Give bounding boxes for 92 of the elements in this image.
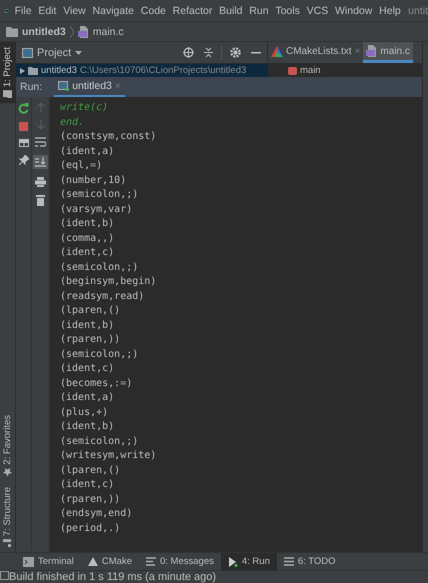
- side-tab[interactable]: 7: Structure: [0, 482, 15, 552]
- rerun-icon[interactable]: [18, 103, 29, 114]
- list-icon: [284, 557, 294, 566]
- print-icon[interactable]: [35, 177, 46, 187]
- console-line: (ident,a): [60, 391, 116, 405]
- menu-item[interactable]: View: [60, 4, 90, 16]
- status-message: Build finished in 1 s 119 ms (a minute ago): [9, 571, 216, 583]
- menu-item[interactable]: Refactor: [169, 4, 216, 16]
- trash-icon[interactable]: [36, 195, 45, 206]
- scroll-to-end-icon[interactable]: [33, 155, 48, 169]
- soft-wrap-icon[interactable]: [35, 137, 46, 147]
- console-line: (ident,a): [60, 144, 116, 158]
- console-line: (constsym,const): [60, 130, 158, 144]
- console-line: (ident,b): [60, 217, 116, 231]
- console-line: (ident,b): [60, 318, 116, 332]
- folder-icon: [3, 90, 12, 98]
- console-line: (ident,c): [60, 246, 116, 260]
- console-line: (rparen,)): [60, 333, 122, 347]
- console-line: (eql,=): [60, 159, 104, 173]
- tool-window-tab[interactable]: 0: Messages: [139, 553, 221, 570]
- collapse-icon[interactable]: [204, 47, 213, 58]
- console-line: (rparen,)): [60, 492, 122, 506]
- lines-icon: [146, 557, 156, 566]
- console-line: (semicolon,;): [60, 188, 140, 202]
- folder-icon: [28, 66, 38, 74]
- function-icon: [288, 66, 297, 74]
- minimize-icon[interactable]: [251, 52, 261, 54]
- editor-tab[interactable]: CMakeLists.txt ×: [268, 42, 364, 63]
- menu-item[interactable]: Run: [246, 4, 272, 16]
- breadcrumb-item[interactable]: untitled3: [22, 26, 66, 38]
- console-line: (ident,c): [60, 362, 116, 376]
- console-line: (lparen,(): [60, 304, 122, 318]
- console-line: end.: [60, 116, 86, 130]
- star-icon: [3, 468, 12, 477]
- console-line: (semicolon,;): [60, 260, 140, 274]
- console-line: write(c): [60, 101, 110, 115]
- menu-item[interactable]: Window: [332, 4, 376, 16]
- structure-icon: [4, 539, 12, 547]
- console-icon: [58, 81, 70, 91]
- console-line: (varsym,var): [60, 202, 134, 216]
- folder-icon: [6, 26, 18, 36]
- console-line: (lparen,(): [60, 464, 122, 478]
- console-line: (semicolon,;): [60, 434, 140, 448]
- project-path: C:\Users\10706\CLionProjects\untitled3: [80, 65, 246, 76]
- menu-item[interactable]: Help: [376, 4, 404, 16]
- window-title: untit: [407, 4, 428, 16]
- c-file-icon: [78, 26, 89, 38]
- triangle-icon: [88, 557, 98, 566]
- menu-item[interactable]: Code: [137, 4, 170, 16]
- console-line: (number,10): [60, 174, 128, 188]
- menu-item[interactable]: Edit: [34, 4, 60, 16]
- console-line: (semicolon,;): [60, 348, 140, 362]
- side-tab[interactable]: 1: Project: [0, 42, 15, 104]
- structure-item[interactable]: main: [300, 65, 321, 76]
- tool-window-tab[interactable]: 6: TODO: [276, 553, 343, 570]
- run-label: Run:: [20, 81, 42, 93]
- target-icon[interactable]: [183, 47, 194, 58]
- layout-icon[interactable]: [18, 139, 28, 147]
- terminal-icon: [23, 556, 34, 566]
- dropdown-caret-icon[interactable]: [75, 50, 82, 54]
- console-line: (endsym,end): [60, 507, 134, 521]
- c-file-icon: [366, 45, 378, 57]
- tool-window-tab[interactable]: Terminal: [16, 553, 81, 570]
- console-line: (period,.): [60, 522, 122, 536]
- play-icon: [228, 556, 238, 566]
- menu-item[interactable]: Navigate: [89, 4, 138, 16]
- editor-tab[interactable]: main.c: [363, 42, 413, 63]
- pin-icon[interactable]: [18, 155, 28, 165]
- menu-item[interactable]: Build: [216, 4, 246, 16]
- window-icon: [22, 48, 33, 58]
- console-line: (beginsym,begin): [60, 275, 158, 289]
- tool-window-tab[interactable]: CMake: [80, 553, 139, 570]
- menu-item[interactable]: VCS: [303, 4, 332, 16]
- settings-icon[interactable]: [230, 47, 241, 58]
- menu-item[interactable]: Tools: [272, 4, 304, 16]
- console-line: (ident,b): [60, 420, 116, 434]
- chevron-icon: [70, 26, 74, 38]
- console-line: (plus,+): [60, 406, 110, 420]
- console-line: (ident,c): [60, 478, 116, 492]
- triangle-icon: [271, 46, 283, 56]
- console-line: (writesym,write): [60, 449, 158, 463]
- expand-arrow-icon[interactable]: [20, 68, 25, 74]
- panel-toggle-icon[interactable]: [0, 571, 9, 580]
- panel-title[interactable]: Project: [37, 46, 72, 58]
- console-line: (comma,,): [60, 232, 116, 246]
- menu-item[interactable]: File: [11, 4, 35, 16]
- breadcrumb-item[interactable]: main.c: [92, 26, 124, 38]
- tree-item[interactable]: untitled3: [41, 65, 77, 76]
- console-line: (readsym,read): [60, 290, 146, 304]
- side-tab[interactable]: 2: Favorites: [0, 410, 15, 482]
- console-line: (becomes,:=): [60, 376, 134, 390]
- tool-window-tab[interactable]: 4: Run: [220, 553, 277, 570]
